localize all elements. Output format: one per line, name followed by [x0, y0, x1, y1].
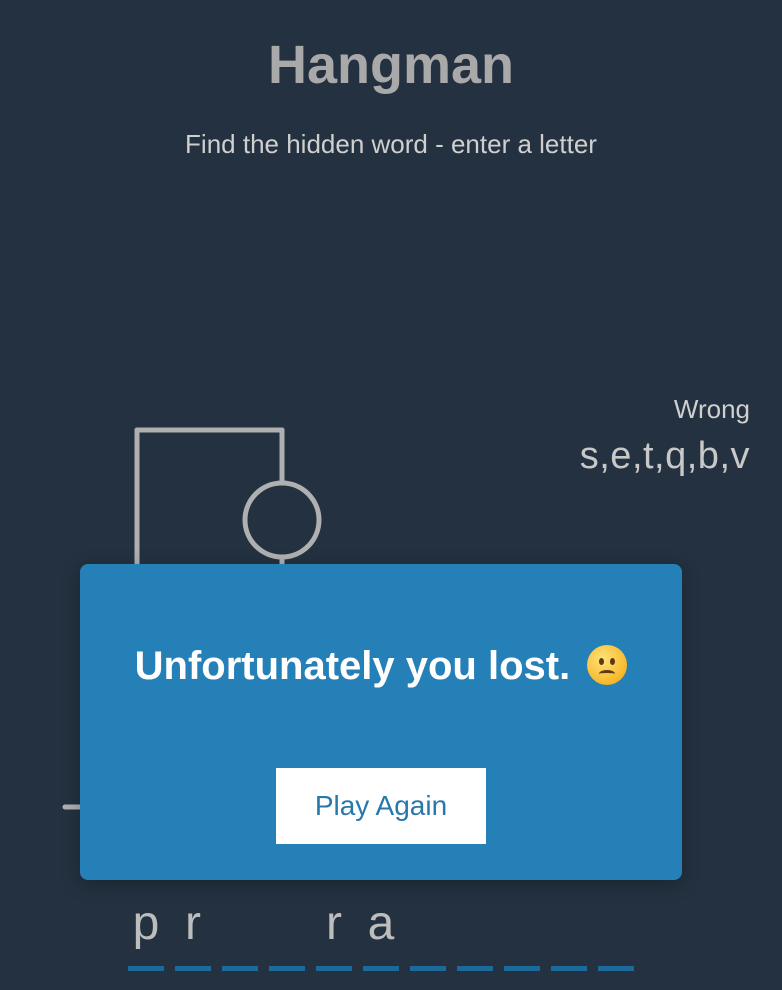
hidden-word: prra — [128, 895, 645, 971]
letter-slot: p — [128, 895, 164, 971]
hangman-head — [242, 480, 322, 560]
letter-char: a — [367, 897, 395, 950]
letter-char: r — [326, 897, 342, 950]
letter-underline — [269, 966, 305, 971]
letter-slot: r — [316, 895, 352, 971]
game-over-message: Unfortunately you lost. — [80, 644, 682, 689]
letter-underline — [363, 966, 399, 971]
wrong-letters: s,e,t,q,b,v — [579, 435, 750, 477]
letter-slot — [269, 895, 305, 971]
letter-char: r — [185, 897, 201, 950]
game-over-popup: Unfortunately you lost. Play Again — [80, 564, 682, 880]
letter-slot: a — [363, 895, 399, 971]
letter-underline — [457, 966, 493, 971]
letter-slot — [598, 895, 634, 971]
letter-slot — [410, 895, 446, 971]
letter-underline — [410, 966, 446, 971]
wrong-label: Wrong — [673, 394, 750, 424]
letter-slot: r — [175, 895, 211, 971]
confused-face-icon — [587, 645, 628, 685]
letter-underline — [598, 966, 634, 971]
letter-underline — [504, 966, 540, 971]
wrong-letters-panel: Wrong s,e,t,q,b,v — [580, 394, 750, 478]
letter-char: p — [132, 897, 160, 950]
letter-underline — [222, 966, 258, 971]
play-again-button[interactable]: Play Again — [276, 768, 486, 844]
letter-underline — [316, 966, 352, 971]
letter-underline — [175, 966, 211, 971]
letter-slot — [551, 895, 587, 971]
letter-slot — [504, 895, 540, 971]
game-over-text: Unfortunately you lost. — [134, 644, 571, 688]
letter-underline — [551, 966, 587, 971]
letter-slot — [222, 895, 258, 971]
letter-slot — [457, 895, 493, 971]
letter-underline — [128, 966, 164, 971]
